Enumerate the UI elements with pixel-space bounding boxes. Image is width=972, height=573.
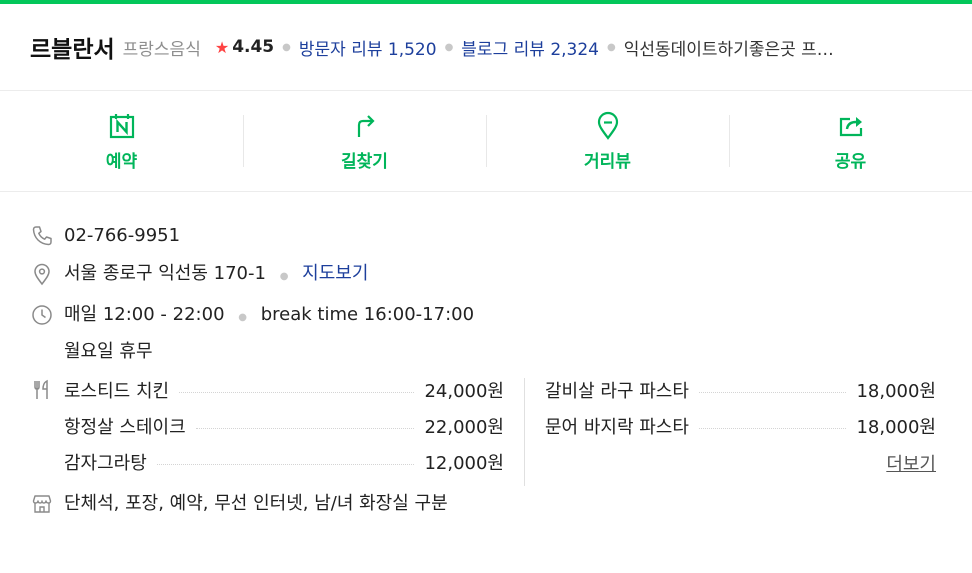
address: 서울 종로구 익선동 170-1 bbox=[64, 263, 266, 284]
place-category: 프랑스음식 bbox=[122, 39, 201, 60]
hours-row: 매일 12:00 - 22:00 ● break time 16:00-17:0… bbox=[30, 303, 942, 364]
menu-item-name: 감자그라탕 bbox=[64, 453, 147, 474]
place-tagline: 익선동데이트하기좋은곳 프… bbox=[623, 39, 834, 60]
holiday-text: 월요일 휴무 bbox=[64, 341, 153, 362]
menu-list: 로스티드 치킨 24,000원 항정살 스테이크 22,000원 감자그라탕 1… bbox=[64, 378, 942, 486]
dotted-leader bbox=[195, 427, 415, 429]
dotted-leader bbox=[698, 391, 847, 393]
info-section: 02-766-9951 서울 종로구 익선동 170-1 ● 지도보기 매일 1… bbox=[0, 192, 972, 516]
reserve-button[interactable]: 예약 bbox=[0, 91, 243, 191]
share-label: 공유 bbox=[834, 151, 867, 172]
menu-item-price: 18,000원 bbox=[856, 417, 936, 438]
share-icon bbox=[839, 116, 862, 136]
menu-item-price: 12,000원 bbox=[424, 453, 504, 474]
hours-text: 매일 12:00 - 22:00 ● break time 16:00-17:0… bbox=[64, 303, 474, 330]
rating: ★ 4.45 bbox=[215, 37, 274, 57]
visitor-reviews-count: 1,520 bbox=[387, 39, 437, 60]
menu-item: 문어 바지락 파스타 18,000원 bbox=[545, 414, 936, 438]
visitor-reviews-link[interactable]: 방문자 리뷰 1,520 bbox=[299, 35, 437, 60]
menu-item: 갈비살 라구 파스타 18,000원 bbox=[545, 378, 936, 402]
phone-number[interactable]: 02-766-9951 bbox=[64, 224, 180, 248]
rating-value: 4.45 bbox=[232, 37, 275, 57]
menu-item-price: 24,000원 bbox=[424, 381, 504, 402]
reserve-icon bbox=[109, 113, 134, 138]
menu-item: 감자그라탕 12,000원 bbox=[64, 450, 504, 474]
clock-icon bbox=[30, 303, 54, 327]
map-link[interactable]: 지도보기 bbox=[302, 263, 368, 284]
menu-column-left: 로스티드 치킨 24,000원 항정살 스테이크 22,000원 감자그라탕 1… bbox=[64, 378, 504, 486]
dotted-leader bbox=[179, 391, 415, 393]
facilities-text: 단체석, 포장, 예약, 무선 인터넷, 남/녀 화장실 구분 bbox=[64, 493, 448, 514]
address-row: 서울 종로구 익선동 170-1 ● 지도보기 bbox=[30, 262, 942, 289]
store-icon bbox=[30, 492, 54, 516]
separator-dot: ● bbox=[279, 271, 289, 282]
star-icon: ★ bbox=[214, 37, 230, 57]
menu-item: 로스티드 치킨 24,000원 bbox=[64, 378, 504, 402]
menu-more-row: 더보기 bbox=[545, 450, 936, 475]
location-pin-icon bbox=[30, 262, 54, 286]
facilities-row: 단체석, 포장, 예약, 무선 인터넷, 남/녀 화장실 구분 bbox=[30, 492, 942, 516]
menu-item: 항정살 스테이크 22,000원 bbox=[64, 414, 504, 438]
menu-item-name: 갈비살 라구 파스타 bbox=[545, 381, 689, 402]
blog-reviews-label: 블로그 리뷰 bbox=[461, 39, 545, 60]
action-bar: 예약 길찾기 거리뷰 공유 bbox=[0, 91, 972, 192]
dotted-leader bbox=[698, 427, 847, 429]
menu-item-name: 로스티드 치킨 bbox=[64, 381, 170, 402]
separator-dot: ● bbox=[444, 41, 454, 53]
break-time: break time 16:00-17:00 bbox=[260, 304, 475, 325]
streetview-icon bbox=[597, 111, 618, 140]
menu-item-name: 항정살 스테이크 bbox=[64, 417, 186, 438]
menu-item-price: 22,000원 bbox=[424, 417, 504, 438]
dotted-leader bbox=[156, 463, 415, 465]
reserve-label: 예약 bbox=[105, 151, 138, 172]
menu-more-link[interactable]: 더보기 bbox=[886, 450, 936, 475]
utensils-icon bbox=[30, 378, 54, 402]
visitor-reviews-label: 방문자 리뷰 bbox=[298, 39, 383, 60]
streetview-button[interactable]: 거리뷰 bbox=[486, 91, 729, 191]
opening-hours: 매일 12:00 - 22:00 bbox=[64, 304, 225, 325]
streetview-label: 거리뷰 bbox=[584, 151, 631, 172]
menu-item-price: 18,000원 bbox=[856, 381, 936, 402]
separator-dot: ● bbox=[282, 41, 291, 53]
menu-item-name: 문어 바지락 파스타 bbox=[545, 417, 689, 438]
place-title: 르블란서 bbox=[30, 37, 115, 63]
phone-row: 02-766-9951 bbox=[30, 224, 942, 248]
separator-dot: ● bbox=[606, 41, 616, 53]
directions-icon bbox=[357, 114, 375, 137]
directions-label: 길찾기 bbox=[341, 151, 388, 172]
address-text: 서울 종로구 익선동 170-1 ● 지도보기 bbox=[64, 262, 368, 289]
blog-reviews-count: 2,324 bbox=[550, 39, 599, 60]
separator-dot: ● bbox=[238, 312, 247, 323]
directions-button[interactable]: 길찾기 bbox=[243, 91, 486, 191]
blog-reviews-link[interactable]: 블로그 리뷰 2,324 bbox=[461, 35, 599, 60]
share-button[interactable]: 공유 bbox=[729, 91, 972, 191]
menu-row: 로스티드 치킨 24,000원 항정살 스테이크 22,000원 감자그라탕 1… bbox=[30, 378, 942, 486]
menu-column-right: 갈비살 라구 파스타 18,000원 문어 바지락 파스타 18,000원 더보… bbox=[524, 378, 936, 486]
place-header: 르블란서 프랑스음식 ★ 4.45 ● 방문자 리뷰 1,520 ● 블로그 리… bbox=[0, 4, 972, 91]
phone-icon bbox=[30, 224, 54, 248]
